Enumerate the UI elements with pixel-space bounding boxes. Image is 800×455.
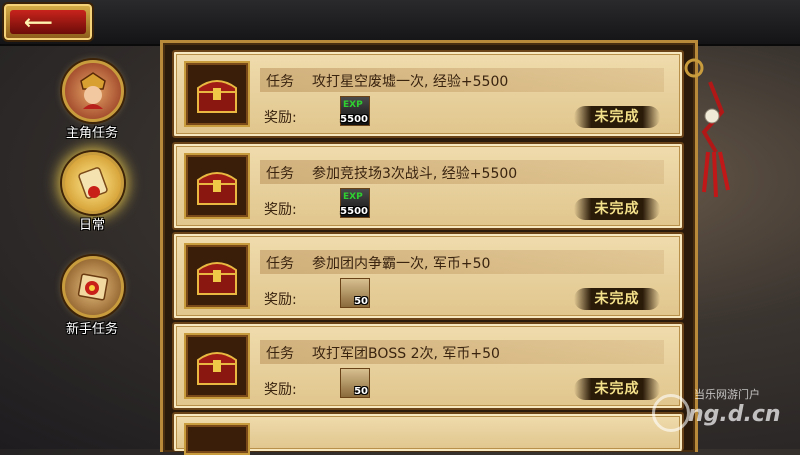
watermark-domain: ng.d.cn [688, 402, 781, 427]
task-description: 攻打军团BOSS 2次, 军币+50 [312, 346, 500, 362]
reward-quantity: 5500 [340, 206, 368, 217]
treasure-chest-icon [184, 61, 250, 127]
reward-quantity: 50 [354, 386, 368, 397]
task-status-badge: 未完成 [574, 288, 660, 310]
nav-item-hero-tasks[interactable]: 主角任务 [48, 60, 136, 150]
task-card: 任务 攻打军团BOSS 2次, 军币+50 奖励: 50 未完成 [172, 322, 684, 410]
exp-tag: EXP [343, 192, 363, 202]
treasure-chest-icon [184, 333, 250, 399]
treasure-chest-icon [184, 153, 250, 219]
hero-portrait-icon [62, 60, 124, 122]
task-type-label: 任务 [266, 166, 294, 182]
site-watermark: 当乐网游门户 ng.d.cn [652, 386, 792, 436]
nav-label-newbie-tasks: 新手任务 [65, 322, 118, 337]
reward-label: 奖励: [264, 292, 297, 308]
reward-quantity: 50 [354, 296, 368, 307]
nav-label-hero-tasks: 主角任务 [65, 126, 118, 141]
nav-item-newbie-tasks[interactable]: 新手任务 [48, 256, 136, 346]
task-card: 任务 参加团内争霸一次, 军币+50 奖励: 50 未完成 [172, 232, 684, 320]
exp-tag: EXP [343, 100, 363, 110]
decorative-tassel-icon [684, 58, 730, 198]
exp-reward-icon[interactable]: EXP 5500 [340, 188, 370, 218]
back-button[interactable]: ⟵ [2, 2, 94, 42]
watermark-logo-icon [652, 394, 690, 432]
back-arrow-icon: ⟵ [24, 10, 53, 34]
task-type-label: 任务 [266, 74, 294, 90]
treasure-chest-icon [184, 243, 250, 309]
task-type-label: 任务 [266, 346, 294, 362]
map-scroll-icon [62, 256, 124, 318]
nav-label-daily: 日常 [78, 218, 105, 233]
task-card: 任务 攻打星空废墟一次, 经验+5500 奖励: EXP 5500 未完成 [172, 50, 684, 138]
task-description: 参加团内争霸一次, 军币+50 [312, 256, 491, 272]
task-type-label: 任务 [266, 256, 294, 272]
exp-reward-icon[interactable]: EXP 5500 [340, 96, 370, 126]
task-card-partial [172, 412, 684, 455]
task-status-badge: 未完成 [574, 198, 660, 220]
treasure-chest-icon [184, 423, 250, 455]
task-status-badge: 未完成 [574, 106, 660, 128]
reward-quantity: 5500 [340, 114, 368, 125]
army-coin-reward-icon[interactable]: 50 [340, 278, 370, 308]
reward-label: 奖励: [264, 202, 297, 218]
scroll-icon [62, 152, 124, 214]
task-description: 攻打星空废墟一次, 经验+5500 [312, 74, 509, 90]
army-coin-reward-icon[interactable]: 50 [340, 368, 370, 398]
reward-label: 奖励: [264, 382, 297, 398]
task-description: 参加竞技场3次战斗, 经验+5500 [312, 166, 518, 182]
watermark-cn-text: 当乐网游门户 [694, 388, 760, 401]
task-status-badge: 未完成 [574, 378, 660, 400]
task-card: 任务 参加竞技场3次战斗, 经验+5500 奖励: EXP 5500 未完成 [172, 142, 684, 230]
back-button-face: ⟵ [10, 10, 86, 34]
reward-label: 奖励: [264, 110, 297, 126]
nav-item-daily[interactable]: 日常 [48, 152, 136, 242]
